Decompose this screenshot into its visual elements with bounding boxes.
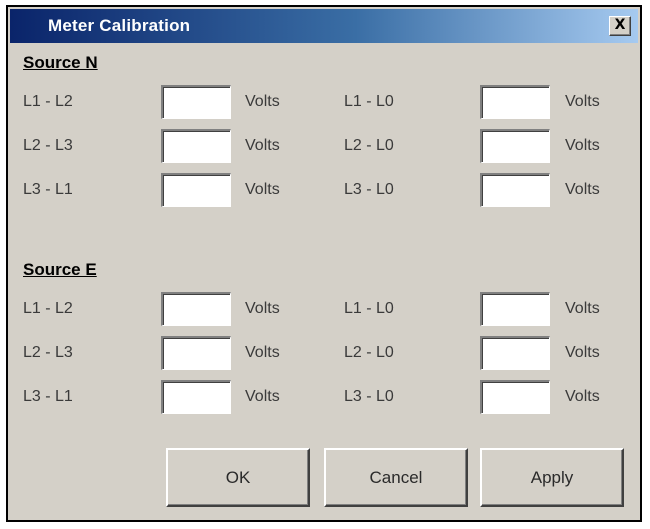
source-n-l2-l0-unit: Volts	[565, 137, 600, 154]
source-e-l2-l0-input[interactable]	[480, 336, 550, 370]
source-n-l2-l0-input[interactable]	[480, 129, 550, 163]
source-n-l3-l1-unit: Volts	[245, 181, 280, 198]
apply-button[interactable]: Apply	[480, 448, 624, 507]
source-n-l1-l0-unit: Volts	[565, 93, 600, 110]
source-e-heading: Source E	[23, 260, 97, 279]
source-e-l2-l3-label: L2 - L3	[23, 344, 73, 361]
source-e-l1-l0-input[interactable]	[480, 292, 550, 326]
source-e-l1-l2-input[interactable]	[161, 292, 231, 326]
source-n-l3-l0-input[interactable]	[480, 173, 550, 207]
source-e-l2-l0-unit: Volts	[565, 344, 600, 361]
source-n-heading: Source N	[23, 53, 98, 72]
source-e-l3-l1-unit: Volts	[245, 388, 280, 405]
ok-button[interactable]: OK	[166, 448, 310, 507]
source-n-l3-l0-unit: Volts	[565, 181, 600, 198]
source-e-l2-l3-input[interactable]	[161, 336, 231, 370]
cancel-button[interactable]: Cancel	[324, 448, 468, 507]
close-button[interactable]: X	[609, 16, 631, 36]
source-e-l2-l0-label: L2 - L0	[344, 344, 394, 361]
title-bar[interactable]: Meter Calibration X	[10, 9, 638, 43]
source-e-l1-l2-label: L1 - L2	[23, 300, 73, 317]
close-icon: X	[614, 17, 626, 33]
source-n-l2-l0-label: L2 - L0	[344, 137, 394, 154]
source-n-l2-l3-unit: Volts	[245, 137, 280, 154]
source-n-l1-l0-label: L1 - L0	[344, 93, 394, 110]
source-e-l3-l1-input[interactable]	[161, 380, 231, 414]
source-n-l1-l2-input[interactable]	[161, 85, 231, 119]
source-e-l3-l0-label: L3 - L0	[344, 388, 394, 405]
source-e-l1-l0-unit: Volts	[565, 300, 600, 317]
window-title: Meter Calibration	[48, 16, 191, 35]
source-n-l1-l2-unit: Volts	[245, 93, 280, 110]
source-e-l3-l0-input[interactable]	[480, 380, 550, 414]
source-n-l3-l1-label: L3 - L1	[23, 181, 73, 198]
source-n-l1-l0-input[interactable]	[480, 85, 550, 119]
source-e-l1-l2-unit: Volts	[245, 300, 280, 317]
source-e-l1-l0-label: L1 - L0	[344, 300, 394, 317]
source-e-l2-l3-unit: Volts	[245, 344, 280, 361]
source-n-l1-l2-label: L1 - L2	[23, 93, 73, 110]
source-e-l3-l1-label: L3 - L1	[23, 388, 73, 405]
source-e-l3-l0-unit: Volts	[565, 388, 600, 405]
meter-calibration-dialog: Meter Calibration X Source N L1 - L2 Vol…	[6, 5, 642, 522]
source-n-l3-l0-label: L3 - L0	[344, 181, 394, 198]
source-n-l2-l3-input[interactable]	[161, 129, 231, 163]
source-n-l3-l1-input[interactable]	[161, 173, 231, 207]
source-n-l2-l3-label: L2 - L3	[23, 137, 73, 154]
